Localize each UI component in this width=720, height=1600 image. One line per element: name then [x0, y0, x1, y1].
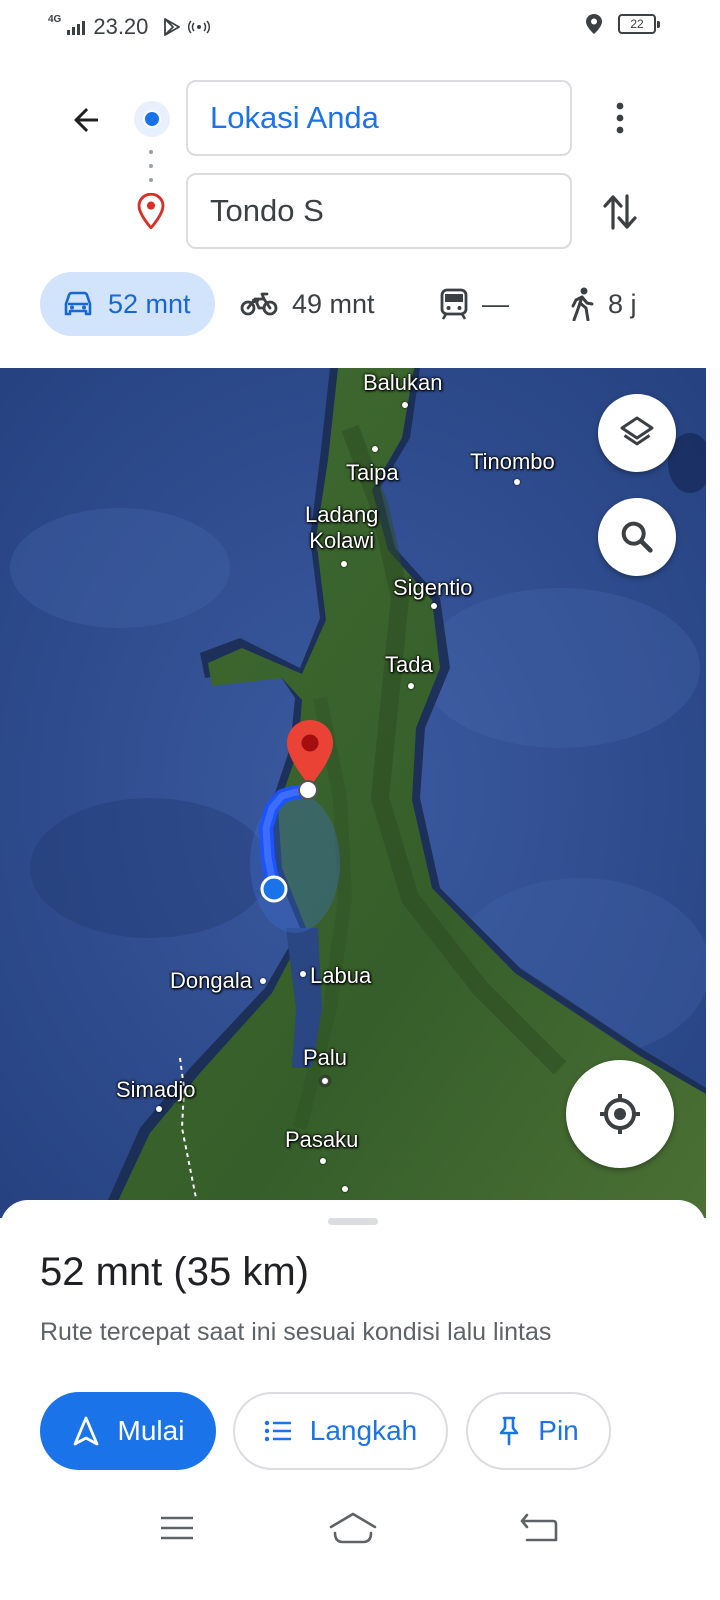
- motorcycle-icon: [240, 292, 278, 316]
- hotspot-icon: [188, 20, 211, 34]
- mode-tab-motorcycle[interactable]: 49 mnt: [240, 272, 375, 336]
- layers-icon: [620, 416, 654, 446]
- origin-marker-icon: [134, 101, 170, 137]
- destination-field[interactable]: Tondo S: [186, 173, 572, 249]
- route-connector: [149, 150, 153, 182]
- place-label: Labua: [310, 963, 372, 988]
- place-label: Pasaku: [285, 1127, 359, 1152]
- pin-button[interactable]: Pin: [466, 1392, 611, 1470]
- place-dot: [156, 1106, 162, 1112]
- place-dot: [320, 1158, 326, 1164]
- pushpin-icon: [499, 1416, 519, 1446]
- drag-handle[interactable]: [328, 1218, 378, 1225]
- battery-icon: 22: [618, 14, 660, 34]
- place-label: Sigentio: [393, 575, 473, 600]
- place-dot: [402, 402, 408, 408]
- train-icon: [440, 288, 468, 320]
- place-label: Tinombo: [470, 449, 555, 474]
- status-bar: 4G 23.20 22: [0, 0, 720, 56]
- back-nav-icon: [520, 1513, 558, 1542]
- start-navigation-button[interactable]: Mulai: [40, 1392, 216, 1470]
- place-dot: [372, 446, 378, 452]
- place-label: Simadjo: [116, 1077, 196, 1102]
- place-label: Palu: [303, 1045, 348, 1070]
- search-icon: [621, 521, 653, 553]
- destination-marker-icon[interactable]: [284, 718, 336, 802]
- play-store-icon: [164, 18, 181, 36]
- status-time: 23.20: [93, 14, 149, 39]
- pin-label: Pin: [538, 1415, 579, 1446]
- arrow-back-icon: [74, 108, 98, 132]
- navigation-arrow-icon: [73, 1416, 98, 1446]
- place-dot: [341, 561, 347, 567]
- place-label: Tada: [385, 652, 433, 677]
- my-location-button[interactable]: [566, 1060, 674, 1168]
- home-button[interactable]: [328, 1508, 378, 1548]
- signal-icon: [67, 19, 86, 35]
- network-type: 4G: [48, 13, 62, 25]
- destination-pin-icon: [137, 193, 165, 229]
- current-location-marker-icon: [260, 875, 288, 903]
- place-label: Ladang Kolawi: [305, 502, 379, 554]
- mode-walk-label: 8 j: [608, 288, 637, 319]
- my-location-icon: [600, 1094, 640, 1134]
- more-options-button[interactable]: [598, 94, 642, 142]
- walk-icon: [571, 287, 594, 321]
- mode-tab-car[interactable]: 52 mnt: [40, 272, 215, 336]
- back-button[interactable]: [62, 96, 110, 144]
- back-nav-button[interactable]: [514, 1508, 564, 1548]
- steps-button[interactable]: Langkah: [233, 1392, 448, 1470]
- recents-button[interactable]: [152, 1508, 202, 1548]
- place-label: Dongala: [170, 968, 252, 993]
- swap-route-button[interactable]: [598, 188, 642, 236]
- travel-mode-tabs: 52 mnt 49 mnt — 8 j: [0, 272, 720, 340]
- map-search-button[interactable]: [598, 498, 676, 576]
- steps-label: Langkah: [309, 1415, 418, 1446]
- more-vert-icon: [616, 102, 624, 134]
- menu-icon: [161, 1516, 193, 1540]
- system-nav-bar: [0, 1500, 706, 1560]
- place-dot: [300, 971, 306, 977]
- place-dot: [260, 978, 266, 984]
- mode-tab-transit[interactable]: —: [440, 272, 509, 336]
- swap-vert-icon: [603, 194, 637, 230]
- car-icon: [64, 291, 92, 316]
- place-dot: [408, 683, 414, 689]
- route-description: Rute tercepat saat ini sesuai kondisi la…: [40, 1318, 552, 1346]
- map-layers-button[interactable]: [598, 394, 676, 472]
- place-dot: [342, 1186, 348, 1192]
- list-icon: [264, 1420, 291, 1442]
- map-view[interactable]: Balukan Taipa Tinombo Ladang Kolawi Sige…: [0, 368, 706, 1218]
- place-dot: [514, 479, 520, 485]
- route-summary: 52 mnt (35 km): [40, 1250, 309, 1294]
- place-label: Taipa: [346, 460, 399, 485]
- location-icon: [586, 14, 602, 34]
- mode-car-label: 52 mnt: [108, 288, 191, 319]
- origin-field[interactable]: Lokasi Anda: [186, 80, 572, 156]
- place-dot: [431, 603, 437, 609]
- place-label: Balukan: [363, 370, 443, 395]
- mode-transit-label: —: [482, 288, 509, 319]
- mode-tab-walk[interactable]: 8 j: [570, 272, 637, 336]
- place-dot: [320, 1076, 330, 1086]
- mode-motorcycle-label: 49 mnt: [292, 288, 375, 319]
- home-icon: [329, 1512, 377, 1544]
- start-label: Mulai: [117, 1415, 185, 1446]
